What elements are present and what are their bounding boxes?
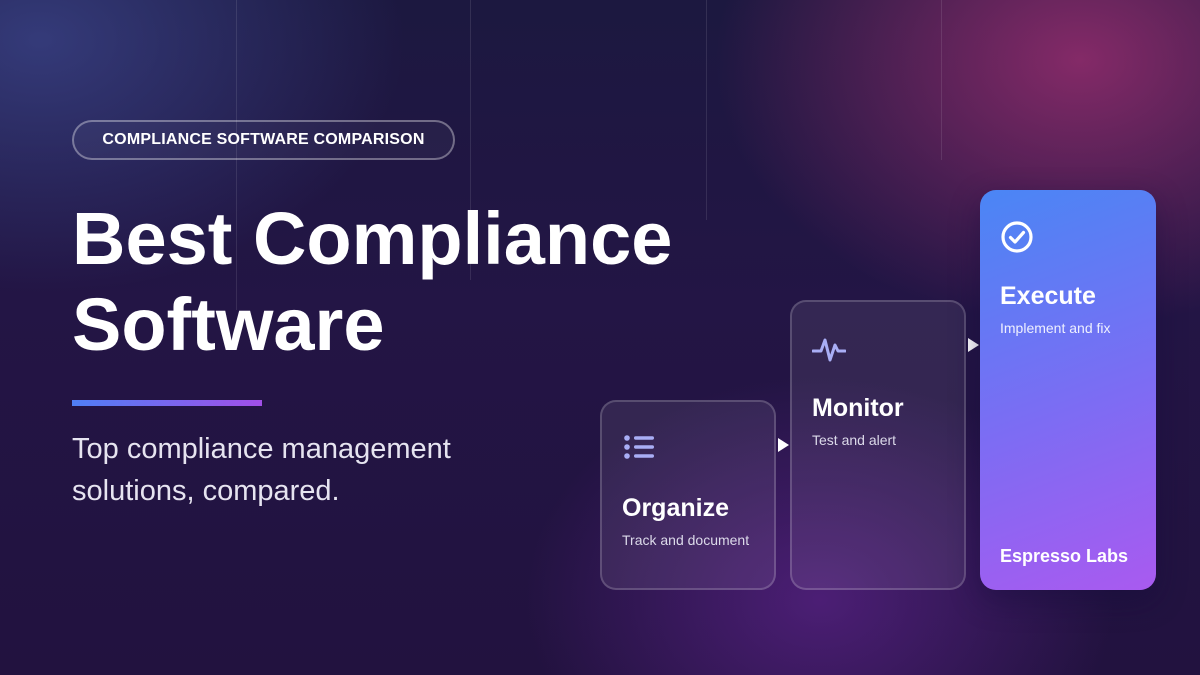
subtitle: Top compliance management solutions, com… xyxy=(72,428,532,512)
title-line-1: Best Compliance xyxy=(72,197,673,280)
decorative-line xyxy=(706,0,707,220)
pulse-icon xyxy=(812,338,846,362)
step-title: Monitor xyxy=(812,394,904,422)
check-circle-icon xyxy=(1001,221,1033,253)
arrow-right-icon xyxy=(778,438,789,452)
accent-divider xyxy=(72,400,262,406)
brand-name: Espresso Labs xyxy=(1000,546,1129,566)
step-description: Test and alert xyxy=(812,432,897,448)
step-card-monitor: Monitor Test and alert xyxy=(790,300,966,590)
step-card-organize: Organize Track and document xyxy=(600,400,776,590)
category-badge: COMPLIANCE SOFTWARE COMPARISON xyxy=(72,120,455,160)
step-description: Track and document xyxy=(622,532,750,548)
step-title: Execute xyxy=(1000,282,1096,310)
subtitle-line-1: Top compliance management xyxy=(72,433,451,465)
list-icon xyxy=(624,435,654,459)
arrow-right-icon xyxy=(968,338,979,352)
step-description: Implement and fix xyxy=(1000,320,1111,336)
title-line-2: Software xyxy=(72,283,385,366)
page-title: Best Compliance Software xyxy=(72,196,792,368)
subtitle-line-2: solutions, compared. xyxy=(72,475,340,507)
decorative-line xyxy=(941,0,942,160)
step-card-execute: Execute Implement and fix Espresso Labs xyxy=(980,190,1156,590)
step-title: Organize xyxy=(622,494,729,522)
hero-banner: COMPLIANCE SOFTWARE COMPARISON Best Comp… xyxy=(0,0,1200,675)
